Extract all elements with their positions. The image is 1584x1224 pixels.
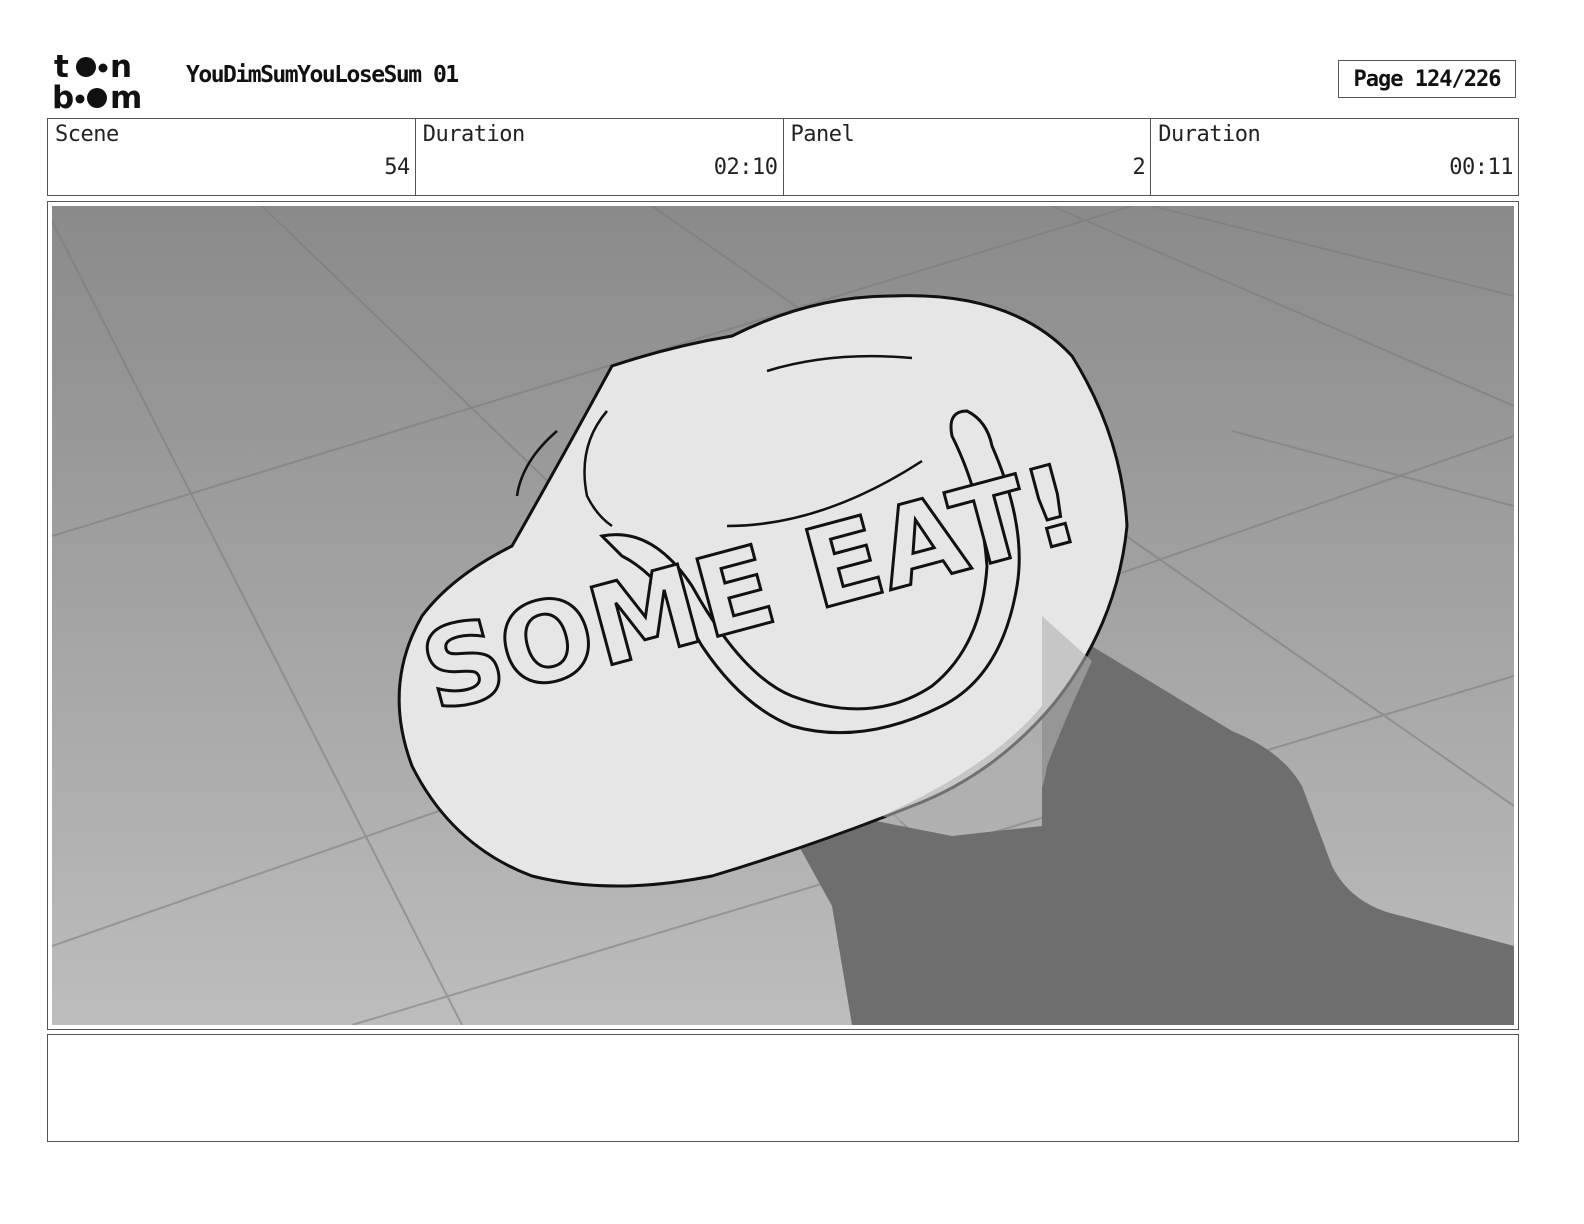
scene-info-row: Scene 54 Duration 02:10 Panel 2 Duration… [47, 118, 1519, 196]
panel-label: Panel [790, 122, 855, 147]
panel-duration-label: Duration [1158, 122, 1261, 147]
toon-boom-logo: t n b m [52, 50, 142, 112]
scene-value: 54 [384, 155, 410, 180]
scene-cell: Scene 54 [48, 119, 416, 195]
panel-duration-value: 00:11 [1449, 155, 1513, 180]
svg-text:m: m [110, 80, 142, 112]
scene-duration-label: Duration [422, 122, 525, 147]
storyboard-panel: SOME EAT! [47, 201, 1519, 1030]
svg-text:b: b [52, 80, 74, 112]
page-indicator: Page 124/226 [1338, 60, 1516, 98]
scene-duration-value: 02:10 [713, 155, 778, 180]
project-title: YouDimSumYouLoseSum 01 [186, 62, 459, 88]
panel-notes [47, 1034, 1519, 1142]
panel-artwork: SOME EAT! [52, 206, 1514, 1025]
scene-label: Scene [55, 122, 119, 147]
scene-duration-cell: Duration 02:10 [416, 119, 784, 195]
panel-value: 2 [1132, 155, 1146, 180]
panel-duration-cell: Duration 00:11 [1151, 119, 1518, 195]
panel-cell: Panel 2 [784, 119, 1152, 195]
